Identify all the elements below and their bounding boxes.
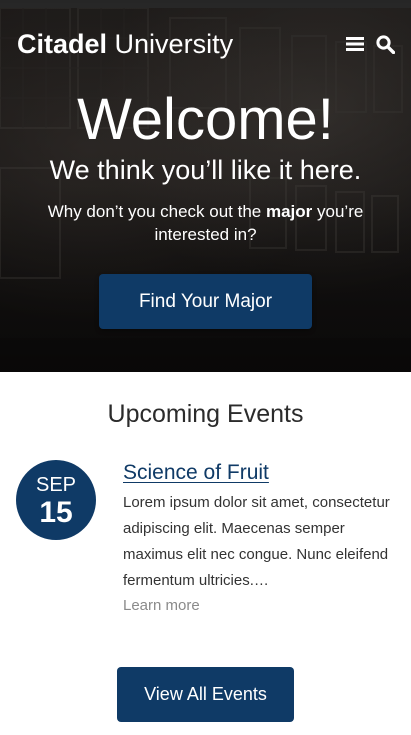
- view-all-events-button[interactable]: View All Events: [117, 667, 294, 722]
- event-title-link[interactable]: Science of Fruit: [123, 459, 269, 487]
- brand-name-light: University: [114, 29, 234, 59]
- event-month: SEP: [35, 474, 77, 496]
- search-icon[interactable]: [375, 34, 395, 54]
- event-date-badge: SEP 15: [16, 460, 96, 540]
- hero-heading: Welcome!: [77, 87, 334, 152]
- brand-name-bold: Citadel: [17, 29, 108, 59]
- header-actions: [345, 34, 395, 54]
- hero-subtext-start: Why don’t you check out the: [47, 202, 266, 221]
- event-description: Lorem ipsum dolor sit amet, consectetur …: [123, 494, 390, 589]
- event-day: 15: [39, 496, 73, 529]
- hero-section: Citadel University Welcome! We think you…: [0, 0, 411, 372]
- learn-more-link[interactable]: Learn more: [123, 595, 200, 617]
- site-logo[interactable]: Citadel University: [17, 28, 233, 60]
- hero-subtext: Why don’t you check out the major you’re…: [20, 200, 391, 246]
- hero-subtext-bold: major: [265, 202, 313, 221]
- hero-tagline: We think you’ll like it here.: [49, 155, 362, 185]
- hamburger-icon[interactable]: [345, 34, 365, 54]
- upcoming-events-heading: Upcoming Events: [107, 400, 304, 428]
- find-your-major-button[interactable]: Find Your Major: [99, 274, 312, 329]
